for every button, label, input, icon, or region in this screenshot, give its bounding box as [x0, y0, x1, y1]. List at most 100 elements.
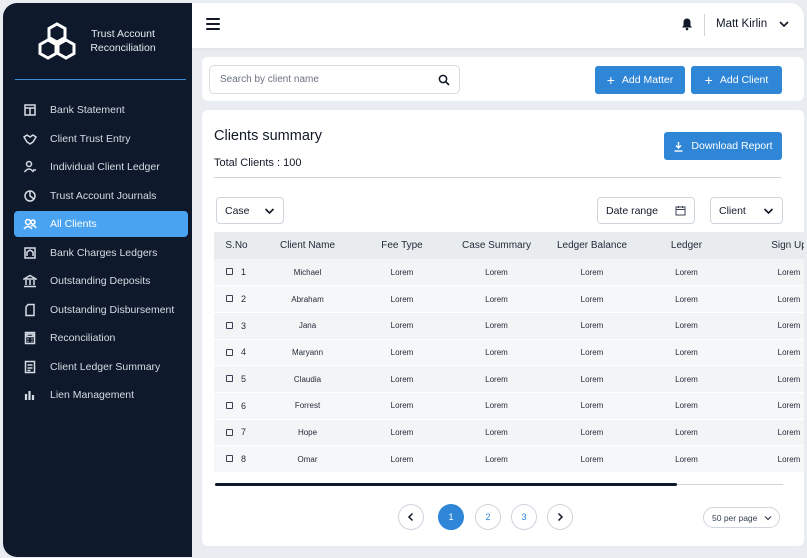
row-number-cell: 4: [214, 339, 259, 367]
table-row[interactable]: 6 Forrest Lorem Lorem Lorem Lorem Lorem: [214, 392, 804, 420]
cell-ledger: Lorem: [639, 445, 734, 472]
cell-signup: Lorem: [734, 419, 804, 447]
cell-signup: Lorem: [734, 285, 804, 313]
table-row[interactable]: 2 Abraham Lorem Lorem Lorem Lorem Lorem: [214, 285, 804, 313]
table-row[interactable]: 7 Hope Lorem Lorem Lorem Lorem Lorem: [214, 419, 804, 447]
table-body: 1 Michael Lorem Lorem Lorem Lorem Lorem 2 Abraha…: [214, 259, 804, 472]
sidebar-item-label: Client Ledger Summary: [50, 360, 161, 373]
search-icon[interactable]: [438, 74, 450, 86]
date-range-picker[interactable]: Date range: [597, 197, 695, 224]
sidebar-item-trust-account-journals[interactable]: Trust Account Journals: [14, 183, 188, 209]
search-input[interactable]: [220, 74, 420, 85]
horizontal-scrollbar-thumb[interactable]: [215, 483, 677, 486]
column-header[interactable]: Case Summary: [448, 232, 545, 259]
row-checkbox[interactable]: [226, 428, 233, 436]
row-checkbox[interactable]: [226, 348, 233, 356]
cell-ledger: Lorem: [639, 312, 734, 340]
cell-signup: Lorem: [734, 312, 804, 340]
row-number: 6: [241, 400, 247, 411]
table-row[interactable]: 1 Michael Lorem Lorem Lorem Lorem Lorem: [214, 259, 804, 287]
cell-balance: Lorem: [545, 445, 639, 472]
cell-balance: Lorem: [545, 419, 639, 447]
document-icon: [23, 303, 37, 317]
page-1-button[interactable]: 1: [438, 504, 464, 530]
client-filter-select[interactable]: Client: [710, 197, 783, 224]
clients-table: S.No Client Name Fee Type Case Summary Ledge…: [214, 232, 804, 472]
cell-name: Maryann: [259, 339, 356, 367]
next-page-button[interactable]: [547, 504, 573, 530]
case-filter-select[interactable]: Case: [216, 197, 284, 224]
user-ledger-icon: [23, 160, 37, 174]
column-header[interactable]: S.No: [214, 232, 259, 259]
sidebar-item-label: Individual Client Ledger: [50, 161, 160, 173]
cell-fee: Lorem: [356, 312, 448, 340]
page-3-button[interactable]: 3: [511, 504, 537, 530]
add-matter-button[interactable]: + Add Matter: [595, 66, 685, 94]
journal-icon: [23, 189, 37, 203]
sidebar-item-lien-management[interactable]: Lien Management: [14, 382, 188, 408]
brand-line-1: Trust Account: [91, 28, 155, 40]
cell-summary: Lorem: [448, 259, 545, 287]
topbar-divider: [704, 14, 705, 36]
table-row[interactable]: 4 Maryann Lorem Lorem Lorem Lorem Lorem: [214, 339, 804, 367]
chevron-down-icon[interactable]: [778, 18, 790, 30]
cell-fee: Lorem: [356, 259, 448, 287]
row-number: 2: [241, 294, 247, 305]
sidebar-item-individual-client-ledger[interactable]: Individual Client Ledger: [14, 154, 188, 180]
row-checkbox[interactable]: [226, 321, 233, 329]
brand-name: Trust Account Reconciliation: [85, 27, 161, 55]
cell-balance: Lorem: [545, 339, 639, 367]
cell-signup: Lorem: [734, 445, 804, 472]
brand-line-2: Reconciliation: [90, 42, 156, 54]
user-name[interactable]: Matt Kirlin: [716, 18, 767, 30]
column-header[interactable]: Fee Type: [356, 232, 448, 259]
column-header[interactable]: Ledger Balance: [545, 232, 639, 259]
sidebar-item-label: Outstanding Disbursement: [50, 303, 175, 316]
bank-charges-icon: [23, 246, 37, 260]
table-row[interactable]: 8 Omar Lorem Lorem Lorem Lorem Lorem: [214, 445, 804, 472]
clients-summary-card: Clients summary Total Clients : 100 Down…: [202, 110, 804, 546]
sidebar-item-outstanding-deposits[interactable]: Outstanding Deposits: [14, 268, 188, 294]
sidebar-item-outstanding-disbursement[interactable]: Outstanding Disbursement: [14, 297, 188, 323]
add-client-button[interactable]: + Add Client: [691, 66, 782, 94]
calculator-icon: [23, 331, 37, 345]
page-2-button[interactable]: 2: [475, 504, 501, 530]
download-report-button[interactable]: Download Report: [664, 132, 782, 160]
users-icon: [23, 217, 37, 231]
row-checkbox[interactable]: [226, 401, 233, 409]
row-checkbox[interactable]: [226, 455, 233, 463]
sidebar-item-client-trust-entry[interactable]: Client Trust Entry: [14, 126, 188, 152]
cell-name: Michael: [259, 259, 356, 287]
row-checkbox[interactable]: [226, 268, 233, 276]
column-header[interactable]: Ledger: [639, 232, 734, 259]
clients-table-wrapper[interactable]: S.No Client Name Fee Type Case Summary Ledge…: [214, 232, 804, 472]
sidebar-item-client-ledger-summary[interactable]: Client Ledger Summary: [14, 354, 188, 380]
cell-name: Omar: [259, 445, 356, 472]
column-header[interactable]: Client Name: [259, 232, 356, 259]
per-page-label: 50 per page: [712, 512, 758, 523]
cell-name: Claudia: [259, 365, 356, 393]
table-row[interactable]: 5 Claudia Lorem Lorem Lorem Lorem Lorem: [214, 365, 804, 393]
sidebar-item-bank-statement[interactable]: Bank Statement: [14, 97, 188, 123]
sidebar-item-bank-charges-ledgers[interactable]: Bank Charges Ledgers: [14, 240, 188, 266]
cell-fee: Lorem: [356, 445, 448, 472]
card-divider: [214, 177, 781, 178]
sidebar-item-label: Bank Charges Ledgers: [50, 246, 158, 259]
cell-balance: Lorem: [545, 392, 639, 420]
prev-page-button[interactable]: [398, 504, 424, 530]
download-report-label: Download Report: [691, 140, 773, 152]
hamburger-menu-icon[interactable]: [206, 18, 220, 30]
sidebar-item-all-clients[interactable]: All Clients: [14, 211, 188, 237]
row-checkbox[interactable]: [226, 375, 233, 383]
summary-icon: [23, 360, 37, 374]
table-row[interactable]: 3 Jana Lorem Lorem Lorem Lorem Lorem: [214, 312, 804, 340]
column-header[interactable]: Sign Up: [734, 232, 804, 259]
horizontal-scrollbar-track[interactable]: [677, 484, 783, 485]
sidebar-item-label: All Clients: [50, 218, 97, 230]
row-checkbox[interactable]: [226, 295, 233, 303]
bell-icon[interactable]: [680, 17, 694, 31]
per-page-select[interactable]: 50 per page: [703, 507, 780, 528]
chevron-right-icon: [557, 512, 564, 522]
sidebar-item-reconciliation[interactable]: Reconciliation: [14, 325, 188, 351]
cell-fee: Lorem: [356, 339, 448, 367]
